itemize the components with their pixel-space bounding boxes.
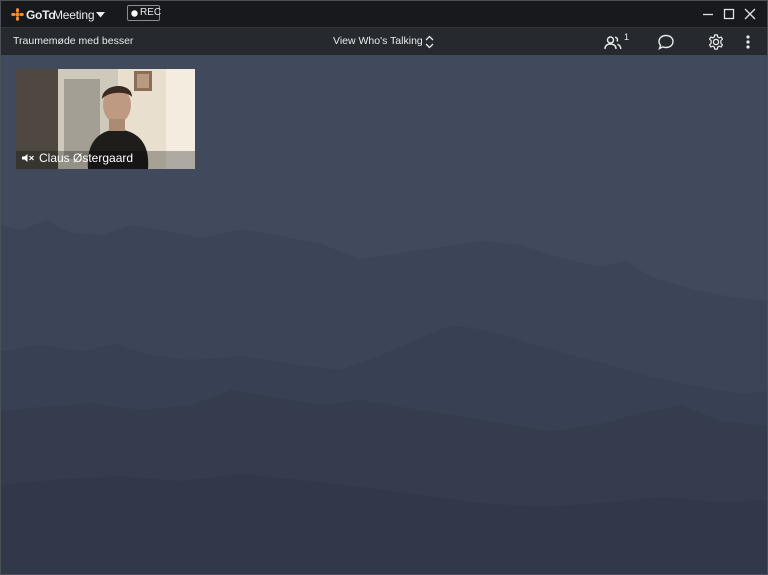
attendees-button[interactable]: 1	[604, 32, 632, 52]
title-bar: GoTo Meeting REC	[1, 1, 767, 27]
maximize-button[interactable]	[720, 5, 738, 23]
meeting-stage: Claus Østergaard	[1, 55, 767, 574]
more-vertical-icon	[746, 35, 750, 49]
settings-button[interactable]	[707, 33, 725, 51]
gear-icon	[708, 34, 724, 50]
attendees-icon	[604, 36, 622, 50]
chevron-up-down-icon	[425, 35, 434, 49]
chevron-down-icon	[96, 12, 105, 18]
participant-video-tile[interactable]: Claus Østergaard	[16, 69, 195, 169]
more-options-button[interactable]	[741, 33, 755, 51]
view-mode-label: View Who's Talking	[333, 35, 423, 47]
record-dot-icon	[131, 9, 138, 17]
rec-button[interactable]: REC	[127, 5, 162, 21]
chat-bubble-icon	[658, 34, 674, 50]
muted-speaker-icon	[22, 154, 34, 162]
brand-name-regular: Meeting	[53, 8, 95, 22]
close-button[interactable]	[741, 5, 759, 23]
meeting-name: Traumemøde med besser	[13, 35, 134, 47]
app-menu-button[interactable]: GoTo Meeting	[11, 7, 107, 23]
participant-name: Claus Østergaard	[39, 151, 134, 165]
gotomeeting-logo-icon	[11, 8, 24, 21]
attendee-count-badge: 1	[624, 32, 630, 42]
minimize-icon	[703, 13, 713, 16]
minimize-button[interactable]	[699, 5, 717, 23]
close-icon	[744, 8, 756, 20]
chat-button[interactable]	[657, 33, 675, 51]
view-mode-selector[interactable]: View Who's Talking	[331, 32, 437, 52]
meeting-toolbar: Traumemøde med besser View Who's Talking…	[1, 27, 767, 55]
maximize-icon	[723, 8, 735, 20]
gotomeeting-window: GoTo Meeting REC Traumemøde med besser V…	[0, 0, 768, 575]
brand-name-bold: GoTo	[26, 8, 56, 22]
rec-label: REC	[140, 7, 162, 18]
